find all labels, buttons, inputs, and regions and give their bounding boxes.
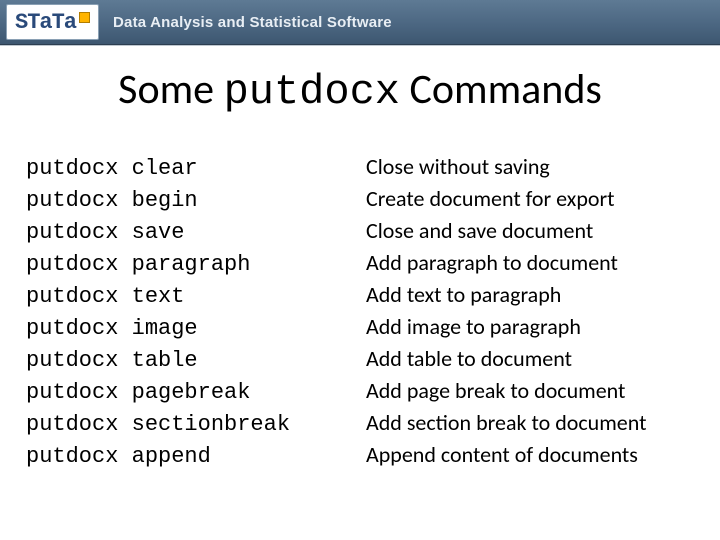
title-pre: Some <box>118 64 223 115</box>
command-code: putdocx sectionbreak <box>26 410 366 440</box>
command-list: putdocx clearClose without savingputdocx… <box>26 152 720 472</box>
command-row: putdocx imageAdd image to paragraph <box>26 312 720 344</box>
command-row: putdocx sectionbreakAdd section break to… <box>26 408 720 440</box>
command-row: putdocx clearClose without saving <box>26 152 720 184</box>
command-row: putdocx tableAdd table to document <box>26 344 720 376</box>
command-description: Create document for export <box>366 184 615 214</box>
command-description: Add image to paragraph <box>366 312 581 342</box>
command-code: putdocx append <box>26 442 366 472</box>
stata-logo-text: STaTa <box>15 10 76 35</box>
title-post: Commands <box>400 64 602 115</box>
command-row: putdocx pagebreakAdd page break to docum… <box>26 376 720 408</box>
command-description: Add table to document <box>366 344 572 374</box>
command-code: putdocx pagebreak <box>26 378 366 408</box>
command-code: putdocx paragraph <box>26 250 366 280</box>
command-description: Add paragraph to document <box>366 248 618 278</box>
stata-logo: STaTa <box>6 4 99 40</box>
command-row: putdocx textAdd text to paragraph <box>26 280 720 312</box>
command-description: Append content of documents <box>366 440 638 470</box>
slide-title: Some putdocx Commands <box>0 64 720 116</box>
command-description: Add page break to document <box>366 376 625 406</box>
command-description: Add text to paragraph <box>366 280 561 310</box>
header-divider <box>0 45 720 46</box>
command-code: putdocx image <box>26 314 366 344</box>
command-row: putdocx saveClose and save document <box>26 216 720 248</box>
command-code: putdocx clear <box>26 154 366 184</box>
stata-logo-badge-icon <box>79 12 90 23</box>
command-description: Add section break to document <box>366 408 646 438</box>
command-description: Close without saving <box>366 152 550 182</box>
command-code: putdocx save <box>26 218 366 248</box>
title-code: putdocx <box>224 68 400 116</box>
command-row: putdocx beginCreate document for export <box>26 184 720 216</box>
command-row: putdocx appendAppend content of document… <box>26 440 720 472</box>
command-code: putdocx table <box>26 346 366 376</box>
command-row: putdocx paragraphAdd paragraph to docume… <box>26 248 720 280</box>
header-tagline: Data Analysis and Statistical Software <box>113 14 392 31</box>
command-description: Close and save document <box>366 216 593 246</box>
command-code: putdocx text <box>26 282 366 312</box>
command-code: putdocx begin <box>26 186 366 216</box>
app-header: STaTa Data Analysis and Statistical Soft… <box>0 0 720 45</box>
